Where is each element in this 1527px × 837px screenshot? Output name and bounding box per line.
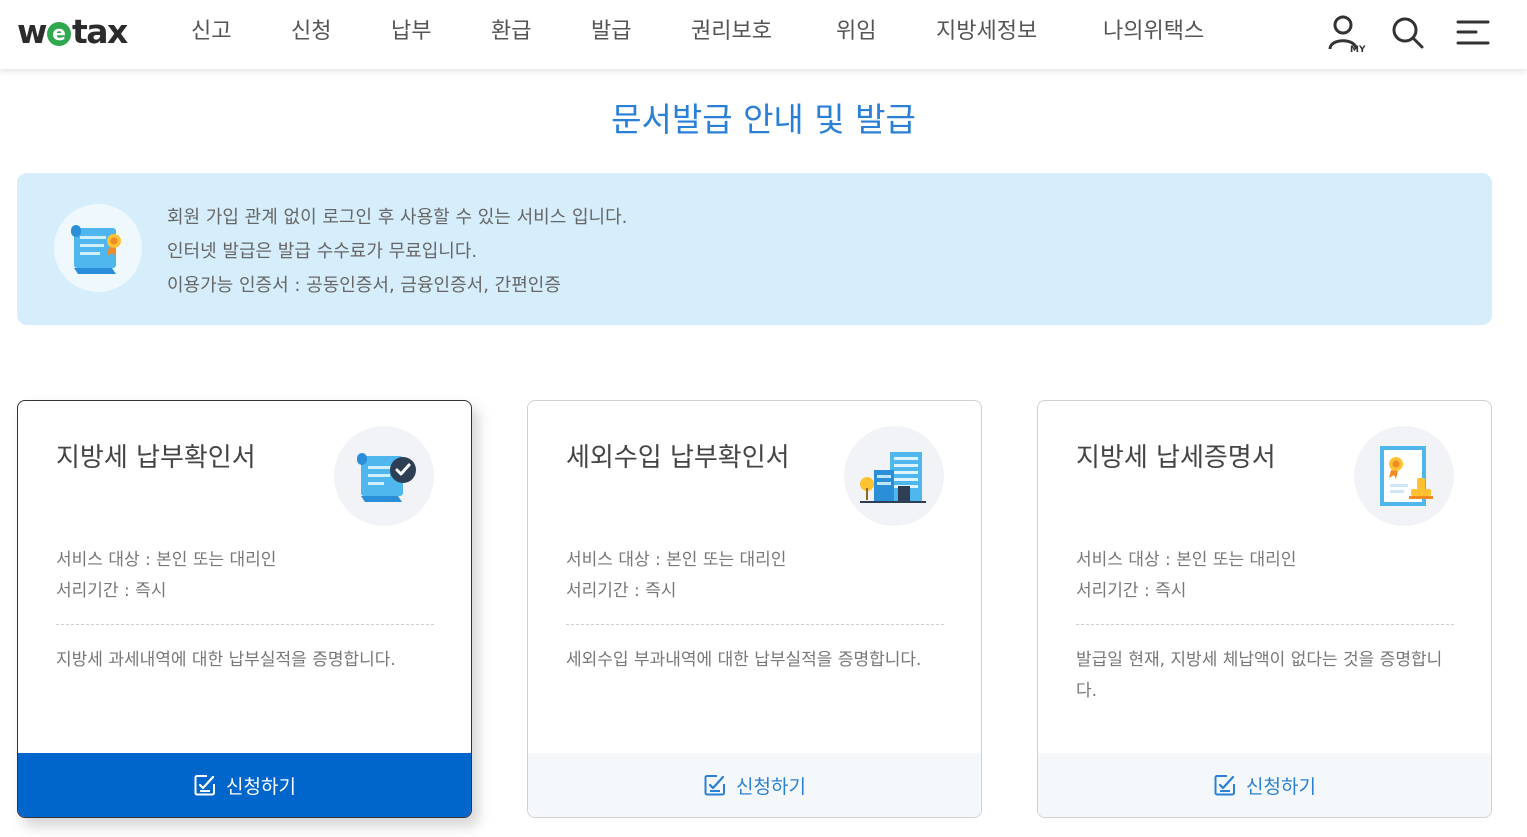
card-meta: 서비스 대상 : 본인 또는 대리인 서리기간 : 즉시 [1076, 545, 1296, 607]
buildings-icon [844, 426, 944, 526]
nav-item-rights[interactable]: 권리보호 [691, 18, 772, 46]
apply-button[interactable]: 신청하기 [18, 753, 471, 817]
menu-icon[interactable] [1456, 18, 1490, 52]
apply-edit-icon [194, 775, 216, 796]
info-text: 회원 가입 관계 없이 로그인 후 사용할 수 있는 서비스 입니다. 인터넷 … [167, 201, 627, 303]
apply-button-label: 신청하기 [226, 775, 296, 798]
card-divider [566, 624, 944, 625]
nav-item-apply[interactable]: 신청 [291, 18, 331, 46]
card-description: 세외수입 부과내역에 대한 납부실적을 증명합니다. [566, 650, 922, 670]
apply-button[interactable]: 신청하기 [1038, 753, 1491, 817]
apply-button-label: 신청하기 [736, 775, 806, 798]
logo-e-badge: e [47, 22, 71, 46]
info-line-login: 회원 가입 관계 없이 로그인 후 사용할 수 있는 서비스 입니다. [167, 207, 628, 228]
card-description: 지방세 과세내역에 대한 납부실적을 증명합니다. [56, 650, 396, 670]
site-header: w e tax 신고 신청 납부 환급 발급 권리보호 위임 지방세정보 나의위택스… [0, 0, 1527, 69]
service-target: 서비스 대상 : 본인 또는 대리인 [56, 550, 277, 570]
info-line-fee: 인터넷 발급은 발급 수수료가 무료입니다. [167, 241, 478, 262]
card-local-tax-payment-confirmation[interactable]: 지방세 납부확인서 서비스 대상 : 본인 또는 대리인 서리기간 : 즉시 지… [17, 400, 472, 818]
nav-item-payment[interactable]: 납부 [391, 18, 431, 46]
info-line-certificates: 이용가능 인증서 : 공동인증서, 금융인증서, 간편인증 [167, 275, 561, 296]
search-icon[interactable] [1391, 16, 1425, 54]
card-divider [56, 624, 434, 625]
service-target: 서비스 대상 : 본인 또는 대리인 [566, 550, 787, 570]
page-title: 문서발급 안내 및 발급 [611, 100, 916, 139]
processing-period: 서리기간 : 즉시 [56, 581, 167, 601]
card-title: 지방세 납부확인서 [56, 443, 256, 473]
processing-period: 서리기간 : 즉시 [566, 581, 677, 601]
nav-item-refund[interactable]: 환급 [491, 18, 531, 46]
nav-item-delegation[interactable]: 위임 [836, 18, 876, 46]
nav-item-issuance[interactable]: 발급 [591, 18, 631, 46]
card-title: 지방세 납세증명서 [1076, 443, 1276, 473]
apply-edit-icon [704, 775, 726, 796]
card-meta: 서비스 대상 : 본인 또는 대리인 서리기간 : 즉시 [566, 545, 786, 607]
processing-period: 서리기간 : 즉시 [1076, 581, 1187, 601]
svg-text:MY: MY [1350, 45, 1366, 54]
document-check-icon [334, 426, 434, 526]
nav-item-local-tax-info[interactable]: 지방세정보 [936, 18, 1037, 46]
service-target: 서비스 대상 : 본인 또는 대리인 [1076, 550, 1297, 570]
info-notice-box: 회원 가입 관계 없이 로그인 후 사용할 수 있는 서비스 입니다. 인터넷 … [17, 173, 1492, 325]
nav-item-report[interactable]: 신고 [191, 18, 231, 46]
card-title: 세외수입 납부확인서 [566, 443, 790, 473]
apply-button-label: 신청하기 [1246, 775, 1316, 798]
card-description: 발급일 현재, 지방세 체납액이 없다는 것을 증명합니다. [1076, 650, 1443, 701]
scroll-certificate-icon [54, 204, 142, 292]
card-meta: 서비스 대상 : 본인 또는 대리인 서리기간 : 즉시 [56, 545, 276, 607]
apply-edit-icon [1214, 775, 1236, 796]
nav-item-my-wetax[interactable]: 나의위택스 [1103, 18, 1204, 46]
my-page-icon[interactable]: MY [1328, 14, 1366, 58]
apply-button[interactable]: 신청하기 [528, 753, 981, 817]
card-local-tax-certificate[interactable]: 지방세 납세증명서 서비스 대상 : 본인 또는 대리인 서리기간 : 즉시 발… [1037, 400, 1492, 818]
card-divider [1076, 624, 1454, 625]
certificate-stamp-icon [1354, 426, 1454, 526]
card-non-tax-payment-confirmation[interactable]: 세외수입 납부확인서 서비스 대상 : 본인 또는 대리인 서리기간 : 즉시 … [527, 400, 982, 818]
wetax-logo[interactable]: w e tax [17, 12, 128, 52]
